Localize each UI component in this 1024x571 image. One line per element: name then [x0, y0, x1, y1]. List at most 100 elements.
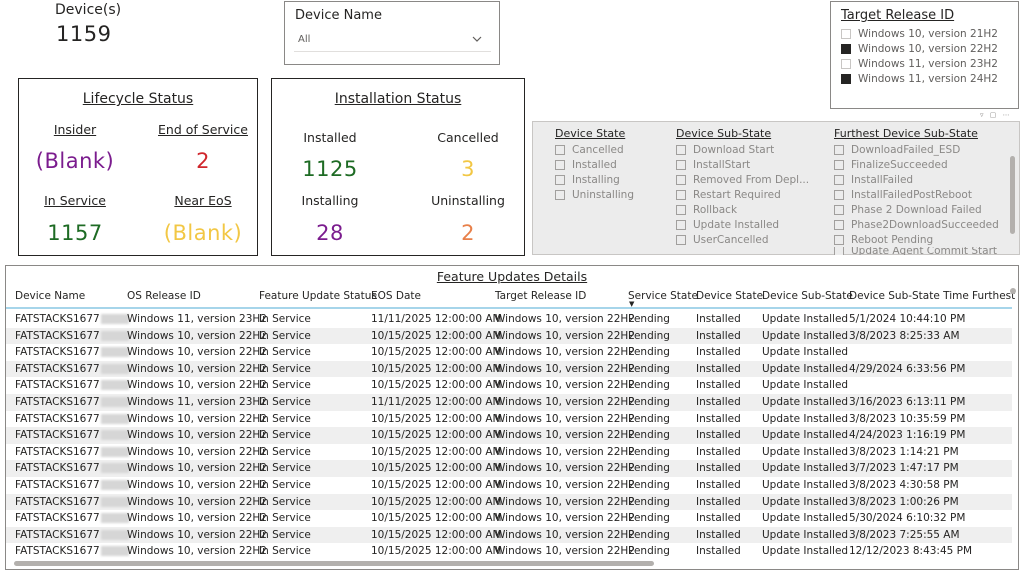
insider-label: Insider: [53, 122, 97, 137]
cell-device-substate: Update Installed: [762, 412, 849, 425]
cell-os-release-id: Windows 10, version 22H2: [127, 495, 267, 508]
device-substate-item[interactable]: Restart Required: [676, 187, 781, 202]
table-row[interactable]: FATSTACKS1677 Windows 10, version 22H2 In …: [6, 543, 1012, 560]
column-header-os-release-id[interactable]: OS Release ID: [127, 290, 201, 302]
table-row[interactable]: FATSTACKS1677 Windows 10, version 22H2 In …: [6, 510, 1012, 527]
target-release-item[interactable]: Windows 10, version 22H2: [841, 41, 998, 56]
furthest-substate-item[interactable]: Reboot Pending: [834, 232, 933, 247]
device-name-text: FATSTACKS1677: [15, 429, 100, 442]
device-substate-item[interactable]: InstallStart: [676, 157, 750, 172]
column-header-service-state[interactable]: Service State: [628, 290, 698, 302]
redacted-mask: [100, 397, 129, 407]
visual-header-icons[interactable]: ▿ ▢ ⋯: [980, 111, 1012, 119]
table-row[interactable]: FATSTACKS1677 Windows 10, version 22H2 In …: [6, 477, 1012, 494]
cell-eos-date: 11/11/2025 12:00:00 AM: [371, 313, 502, 325]
target-release-item[interactable]: Windows 11, version 23H2: [841, 56, 998, 71]
furthest-substate-item[interactable]: Phase 2 Download Failed: [834, 202, 982, 217]
column-header-eos-date[interactable]: EOS Date: [371, 290, 421, 302]
cell-target-release-id: Windows 10, version 22H2: [495, 346, 635, 359]
device-state-item[interactable]: Cancelled: [555, 142, 624, 157]
cell-target-release-id: Windows 10, version 22H2: [495, 379, 635, 392]
cell-eos-date: 10/15/2025 12:00:00 AM: [371, 429, 502, 442]
cell-device-name: FATSTACKS1677: [15, 496, 129, 508]
table-row[interactable]: FATSTACKS1677 Windows 11, version 23H2 In …: [6, 394, 1012, 411]
lifecycle-status-card: Lifecycle Status Insider End of Service …: [18, 78, 258, 256]
table-row[interactable]: FATSTACKS1677 Windows 10, version 22H2 In …: [6, 493, 1012, 511]
table-row[interactable]: FATSTACKS1677 Windows 10, version 22H2 In …: [6, 427, 1012, 444]
device-name-selected: All: [298, 34, 311, 45]
column-header-device-name[interactable]: Device Name: [15, 290, 85, 302]
checkbox-icon: [555, 159, 565, 170]
cell-device-name: FATSTACKS1677: [15, 346, 129, 358]
column-header-device-substate-time[interactable]: Device Sub-State Time: [849, 290, 969, 302]
furthest-substate-item[interactable]: Phase2DownloadSucceeded: [834, 217, 999, 232]
checkbox-icon: [834, 159, 844, 170]
cell-device-state: Installed: [696, 346, 741, 359]
device-count-value: 1159: [56, 22, 112, 46]
furthest-substate-item[interactable]: InstallFailed: [834, 172, 913, 187]
cell-device-substate: Update Installed: [762, 329, 849, 342]
checkbox-icon: [676, 144, 686, 155]
scroll-indicator[interactable]: [1010, 288, 1016, 294]
table-row[interactable]: FATSTACKS1677 Windows 10, version 22H2 In …: [6, 460, 1012, 477]
furthest-substate-item[interactable]: DownloadFailed_ESD: [834, 142, 960, 157]
furthest-substate-item-label: InstallFailedPostReboot: [851, 188, 972, 201]
device-state-item[interactable]: Installing: [555, 172, 620, 187]
device-state-item[interactable]: Uninstalling: [555, 187, 634, 202]
device-substate-item[interactable]: Rollback: [676, 202, 737, 217]
table-row[interactable]: FATSTACKS1677 Windows 10, version 22H2 In …: [6, 411, 1012, 428]
device-name-text: FATSTACKS1677: [15, 445, 100, 458]
column-header-device-state[interactable]: Device State: [696, 290, 763, 302]
device-state-item[interactable]: Installed: [555, 157, 617, 172]
table-row[interactable]: FATSTACKS1677 Windows 10, version 22H2 In …: [6, 377, 1012, 394]
device-substate-item[interactable]: Removed From Depl...: [676, 172, 809, 187]
cell-feature-update-status: In Service: [259, 545, 311, 558]
table-row[interactable]: FATSTACKS1677 Windows 11, version 23H2 In …: [6, 311, 1012, 328]
redacted-mask: [100, 513, 129, 524]
column-header-device-substate[interactable]: Device Sub-State: [762, 290, 853, 302]
device-name-dropdown[interactable]: All: [294, 28, 491, 52]
redacted-mask: [100, 480, 129, 490]
redacted-mask: [100, 463, 129, 474]
installing-label: Installing: [301, 193, 359, 208]
cell-os-release-id: Windows 10, version 22H2: [127, 346, 267, 359]
checkbox-icon: [676, 174, 686, 185]
cell-os-release-id: Windows 11, version 23H2: [127, 313, 267, 325]
table-row[interactable]: FATSTACKS1677 Windows 10, version 22H2 In …: [6, 360, 1012, 378]
table-row[interactable]: FATSTACKS1677 Windows 10, version 22H2 In …: [6, 444, 1012, 461]
cell-device-name: FATSTACKS1677: [15, 379, 129, 391]
device-count-label: Device(s): [55, 2, 122, 18]
furthest-substate-item[interactable]: InstallFailedPostReboot: [834, 187, 972, 202]
target-release-item[interactable]: Windows 10, version 21H2: [841, 26, 998, 41]
column-header-feature-update-status[interactable]: Feature Update Status: [259, 290, 377, 302]
cell-eos-date: 10/15/2025 12:00:00 AM: [371, 479, 502, 491]
device-substate-item[interactable]: Download Start: [676, 142, 774, 157]
device-state-item-label: Installing: [572, 173, 620, 186]
target-release-item-label: Windows 11, version 24H2: [858, 72, 998, 85]
furthest-substate-item[interactable]: FinalizeSucceeded: [834, 157, 948, 172]
cell-os-release-id: Windows 10, version 22H2: [127, 528, 267, 541]
redacted-mask: [100, 546, 129, 557]
column-header-target-release-id[interactable]: Target Release ID: [495, 290, 586, 302]
table-row[interactable]: FATSTACKS1677 Windows 10, version 22H2 In …: [6, 327, 1012, 345]
cell-device-state: Installed: [696, 479, 741, 491]
column-header-furthest[interactable]: Furthest: [972, 290, 1015, 302]
device-name-text: FATSTACKS1677: [15, 362, 100, 375]
cell-device-substate: Update Installed: [762, 445, 849, 458]
device-substate-item[interactable]: Update Installed: [676, 217, 779, 232]
checkbox-icon: [555, 189, 565, 200]
cell-device-substate: Update Installed: [762, 545, 849, 558]
vertical-scrollbar[interactable]: [1010, 156, 1015, 234]
end-of-service-label: End of Service: [158, 122, 248, 137]
target-release-item[interactable]: Windows 11, version 24H2: [841, 71, 998, 86]
table-row[interactable]: FATSTACKS1677 Windows 10, version 22H2 In …: [6, 526, 1012, 544]
cell-device-substate: Update Installed: [762, 429, 849, 442]
horizontal-scrollbar[interactable]: [14, 561, 654, 566]
cell-target-release-id: Windows 10, version 22H2: [495, 545, 635, 558]
furthest-substate-item[interactable]: Update Agent Commit Start: [834, 247, 997, 255]
device-substate-item[interactable]: UserCancelled: [676, 232, 769, 247]
cell-feature-update-status: In Service: [259, 462, 311, 475]
cell-device-substate: Update Installed: [762, 462, 849, 475]
table-row[interactable]: FATSTACKS1677 Windows 10, version 22H2 In …: [6, 344, 1012, 361]
cell-device-state: Installed: [696, 362, 741, 375]
